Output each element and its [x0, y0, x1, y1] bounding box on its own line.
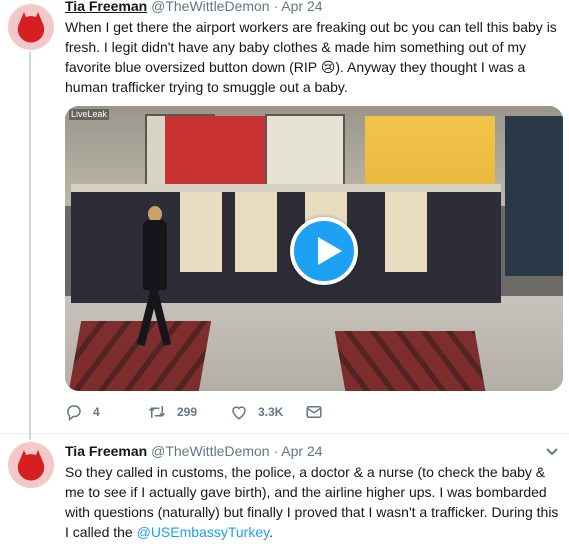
separator: · [273, 443, 279, 459]
author-handle[interactable]: @TheWittleDemon [151, 443, 269, 459]
tweet[interactable]: Tia Freeman @TheWittleDemon · Apr 24 Whe… [0, 0, 569, 434]
avatar[interactable] [8, 442, 54, 488]
retweet-button[interactable]: 299 [147, 402, 197, 422]
tweet-header: Tia Freeman @TheWittleDemon · Apr 24 [65, 0, 323, 15]
direct-message-button[interactable] [305, 402, 323, 422]
retweet-icon [147, 403, 167, 421]
author-handle[interactable]: @TheWittleDemon [151, 0, 269, 14]
tweet-actions: 4 299 3.3K [65, 402, 365, 422]
tweet-header: Tia Freeman @TheWittleDemon · Apr 24 [65, 442, 323, 460]
tweet[interactable]: Tia Freeman @TheWittleDemon · Apr 24 So … [0, 434, 569, 548]
thread-connector [29, 52, 31, 434]
reply-button[interactable]: 4 [65, 402, 100, 422]
retweet-count: 299 [177, 405, 198, 419]
tweet-date[interactable]: Apr 24 [281, 443, 322, 459]
envelope-icon [305, 403, 323, 421]
avatar[interactable] [8, 4, 54, 50]
chevron-down-icon[interactable] [545, 444, 559, 458]
tweet-text: When I get there the airport workers are… [65, 19, 557, 95]
reply-count: 4 [93, 405, 100, 419]
tweet-date[interactable]: Apr 24 [281, 0, 322, 14]
like-count: 3.3K [258, 405, 284, 419]
mention-link[interactable]: @USEmbassyTurkey [137, 524, 269, 540]
watermark: LiveLeak [69, 109, 110, 120]
like-button[interactable]: 3.3K [230, 402, 283, 422]
author-name[interactable]: Tia Freeman [65, 443, 147, 459]
reply-icon [65, 403, 83, 421]
author-name[interactable]: Tia Freeman [65, 0, 147, 14]
thread-connector [29, 434, 31, 440]
heart-icon [230, 403, 248, 421]
video-player[interactable]: LiveLeak [65, 106, 563, 391]
tweet-text-part: . [269, 524, 273, 540]
separator: · [273, 0, 279, 14]
tweet-text: So they called in customs, the police, a… [65, 462, 561, 542]
play-icon[interactable] [290, 217, 358, 285]
